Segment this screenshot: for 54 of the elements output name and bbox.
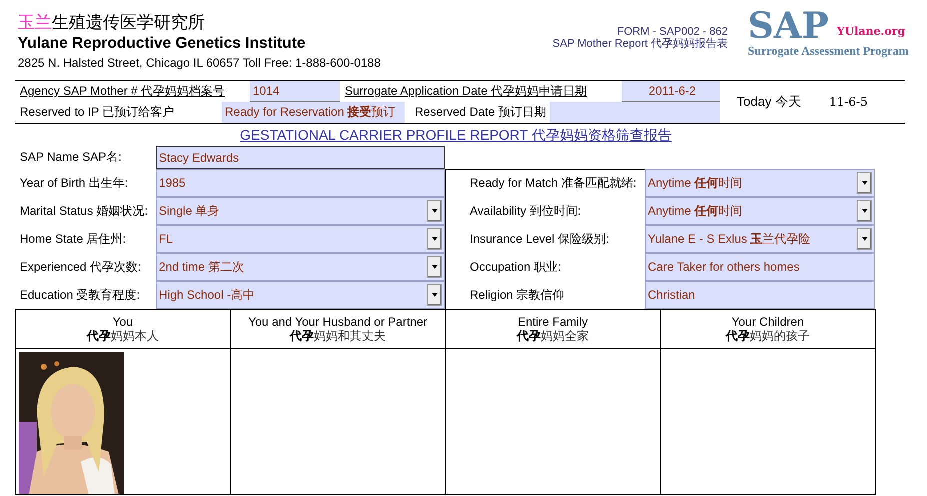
column-header: You and Your Husband or Partner 代孕妈妈和其丈夫	[231, 310, 446, 349]
column-header: Your Children 代孕妈妈的孩子	[661, 310, 876, 349]
field-label: Marital Status 婚姻状况:	[19, 202, 150, 220]
logo-site: YUlane.org	[837, 25, 906, 40]
column-header: You 代孕妈妈本人	[16, 310, 231, 349]
dropdown-button[interactable]	[857, 172, 872, 194]
mother-number-field[interactable]: 1014	[250, 81, 340, 102]
caret-icon	[862, 237, 868, 241]
caret-icon	[432, 293, 438, 297]
field-label: Home State 居住州:	[19, 230, 128, 248]
institute-name: Yulane Reproductive Genetics Institute	[18, 34, 307, 54]
field-label: Experienced 代孕次数:	[19, 258, 142, 276]
form-code: FORM - SAP002 - 862	[616, 26, 728, 38]
reserved-date-label: Reserved Date 预订日期	[414, 104, 548, 121]
caret-icon	[432, 265, 438, 269]
dropdown-field[interactable]: FL	[156, 225, 445, 253]
reserved-to-label: Reserved to IP 已预订给客户	[19, 104, 176, 121]
dropdown-field[interactable]: Single 单身	[156, 197, 445, 225]
caret-icon	[432, 209, 438, 213]
field-label: SAP Name SAP名:	[19, 149, 123, 166]
application-date-label: Surrogate Application Date 代孕妈妈申请日期	[344, 83, 588, 100]
caret-icon	[432, 237, 438, 241]
caret-icon	[862, 181, 868, 185]
reserved-date-field[interactable]	[550, 102, 720, 123]
report-title-link[interactable]: GESTATIONAL CARRIER PROFILE REPORT 代孕妈妈资格筛查报告	[240, 127, 672, 143]
dropdown-button[interactable]	[427, 256, 442, 278]
address: 2825 N. Halsted Street, Chicago IL 60657 Toll Free: 1-888-600-0188	[18, 55, 382, 72]
today-label: Today 今天	[737, 93, 802, 111]
text-field[interactable]: 1985	[156, 169, 445, 197]
dropdown-field[interactable]: Anytime 任何时间	[645, 169, 875, 197]
application-date-field[interactable]: 2011-6-2	[622, 81, 720, 102]
dropdown-button[interactable]	[857, 228, 872, 250]
dropdown-button[interactable]	[857, 200, 872, 222]
logo-tagline: Surrogate Assessment Program	[748, 44, 909, 59]
dropdown-button[interactable]	[427, 228, 442, 250]
dropdown-field[interactable]: Anytime 任何时间	[645, 197, 875, 225]
text-field[interactable]: Christian	[645, 281, 875, 309]
dropdown-button[interactable]	[427, 200, 442, 222]
dropdown-field[interactable]: High School -高中	[156, 281, 445, 309]
dropdown-field[interactable]: 2nd time 第二次	[156, 253, 445, 281]
dropdown-field[interactable]: Yulane E - S Exlus 玉兰代孕险	[645, 225, 875, 253]
caret-icon	[862, 209, 868, 213]
field-label: Year of Birth 出生年:	[19, 174, 130, 192]
dropdown-button[interactable]	[427, 284, 442, 306]
institute-chinese-name: 玉兰生殖遗传医学研究所	[18, 12, 206, 34]
mother-number-label: Agency SAP Mother # 代孕妈妈档案号	[19, 83, 226, 100]
text-field[interactable]: Care Taker for others homes	[645, 253, 875, 281]
field-label: Education 受教育程度:	[19, 286, 142, 304]
column-header: Entire Family 代孕妈妈全家	[446, 310, 661, 349]
reservation-status-field[interactable]: Ready for Reservation 接受预订	[222, 102, 405, 123]
name-field[interactable]: Stacy Edwards	[156, 146, 445, 169]
logo-mark: SAP	[748, 8, 829, 44]
form-name: SAP Mother Report 代孕妈妈报告表	[552, 38, 728, 50]
today-date: 11-6-5	[829, 95, 868, 109]
